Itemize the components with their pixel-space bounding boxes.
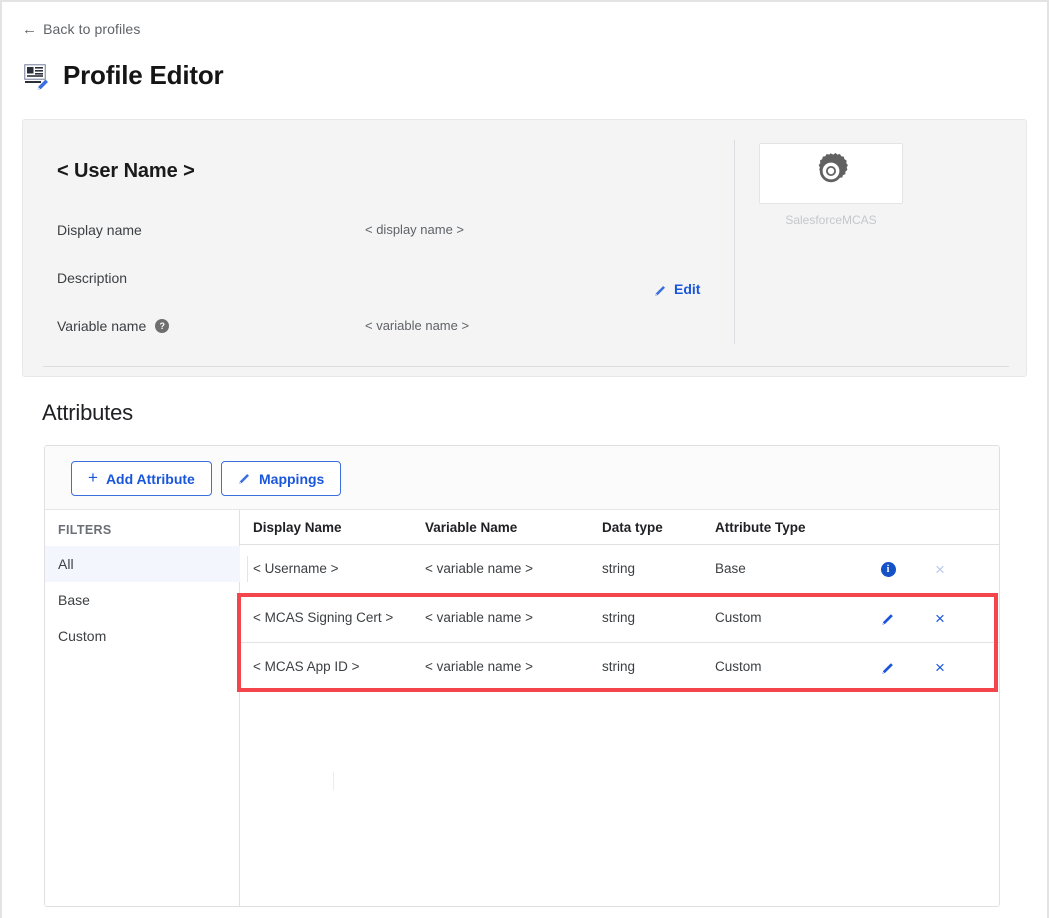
info-glyph: i (881, 562, 896, 577)
field-value: < display name > (365, 222, 464, 237)
field-label: Description (57, 270, 127, 286)
column-header-data-type: Data type (602, 520, 663, 535)
edit-profile-button[interactable]: Edit (654, 281, 700, 297)
mappings-button[interactable]: Mappings (221, 461, 341, 496)
cell-display-name: < MCAS Signing Cert > (253, 610, 393, 625)
cell-display-name: < MCAS App ID > (253, 659, 360, 674)
pencil-icon (654, 283, 667, 296)
cell-attribute-type: Custom (715, 610, 762, 625)
mappings-label: Mappings (259, 471, 324, 487)
cell-data-type: string (602, 561, 635, 576)
field-label: Variable name (57, 318, 146, 334)
back-to-profiles-link[interactable]: ← Back to profiles (22, 21, 140, 37)
table-row[interactable]: < MCAS App ID > < variable name > string… (240, 643, 1000, 692)
cell-data-type: string (602, 610, 635, 625)
cell-attribute-type: Base (715, 561, 746, 576)
app-caption: SalesforceMCAS (759, 213, 903, 227)
horizontal-divider (43, 366, 1009, 367)
filter-label: Custom (58, 628, 106, 644)
gear-icon (811, 151, 851, 196)
info-icon[interactable]: i (876, 557, 900, 581)
filter-label: All (58, 556, 74, 572)
filters-title: FILTERS (58, 523, 112, 537)
filter-item-custom[interactable]: Custom (45, 618, 240, 654)
filters-pane: FILTERS All Base Custom (45, 510, 240, 907)
column-header-display-name: Display Name (253, 520, 342, 535)
field-value: < variable name > (365, 318, 469, 333)
table-row[interactable]: < Username > < variable name > string Ba… (240, 545, 1000, 594)
page-title: Profile Editor (63, 60, 223, 90)
field-label: Display name (57, 222, 142, 238)
pencil-icon[interactable] (876, 606, 900, 630)
table-row[interactable]: < MCAS Signing Cert > < variable name > … (240, 594, 1000, 643)
add-attribute-label: Add Attribute (106, 471, 195, 487)
pencil-icon (238, 471, 251, 487)
add-attribute-button[interactable]: + Add Attribute (71, 461, 212, 496)
close-glyph: × (935, 659, 945, 676)
cell-attribute-type: Custom (715, 659, 762, 674)
pencil-icon[interactable] (876, 655, 900, 679)
cell-variable-name: < variable name > (425, 659, 533, 674)
close-glyph: × (935, 610, 945, 627)
column-header-attribute-type: Attribute Type (715, 520, 806, 535)
close-glyph: × (935, 561, 945, 578)
attributes-heading: Attributes (42, 400, 133, 426)
profile-name: < User Name > (57, 160, 195, 183)
row-tick (247, 556, 248, 582)
app-icon-tile[interactable] (759, 143, 903, 204)
attributes-toolbar: + Add Attribute Mappings (45, 446, 1000, 510)
arrow-left-icon: ← (22, 22, 37, 37)
cell-display-name: < Username > (253, 561, 339, 576)
filter-item-all[interactable]: All (45, 546, 240, 582)
filter-item-base[interactable]: Base (45, 582, 240, 618)
field-label-wrap: Variable name ? (57, 318, 169, 334)
cell-data-type: string (602, 659, 635, 674)
back-link-label: Back to profiles (43, 21, 140, 37)
filter-label: Base (58, 592, 90, 608)
attributes-table: Display Name Variable Name Data type Att… (240, 510, 1000, 907)
column-header-variable-name: Variable Name (425, 520, 517, 535)
edit-label: Edit (674, 281, 700, 297)
vertical-divider (734, 140, 735, 344)
profile-summary-card: < User Name > Edit Display name < displa… (22, 119, 1027, 377)
profile-editor-page: ← Back to profiles Profile Editor < User… (0, 0, 1049, 918)
table-header-row: Display Name Variable Name Data type Att… (240, 510, 1000, 545)
close-icon[interactable]: × (928, 606, 952, 630)
faint-divider-mark (333, 772, 334, 790)
help-icon[interactable]: ? (155, 319, 169, 333)
close-icon[interactable]: × (928, 655, 952, 679)
profile-editor-icon (22, 60, 52, 90)
page-title-row: Profile Editor (22, 60, 223, 90)
attributes-card: + Add Attribute Mappings FILTERS All B (44, 445, 1000, 907)
close-icon[interactable]: × (928, 557, 952, 581)
plus-icon: + (88, 469, 98, 486)
cell-variable-name: < variable name > (425, 610, 533, 625)
cell-variable-name: < variable name > (425, 561, 533, 576)
